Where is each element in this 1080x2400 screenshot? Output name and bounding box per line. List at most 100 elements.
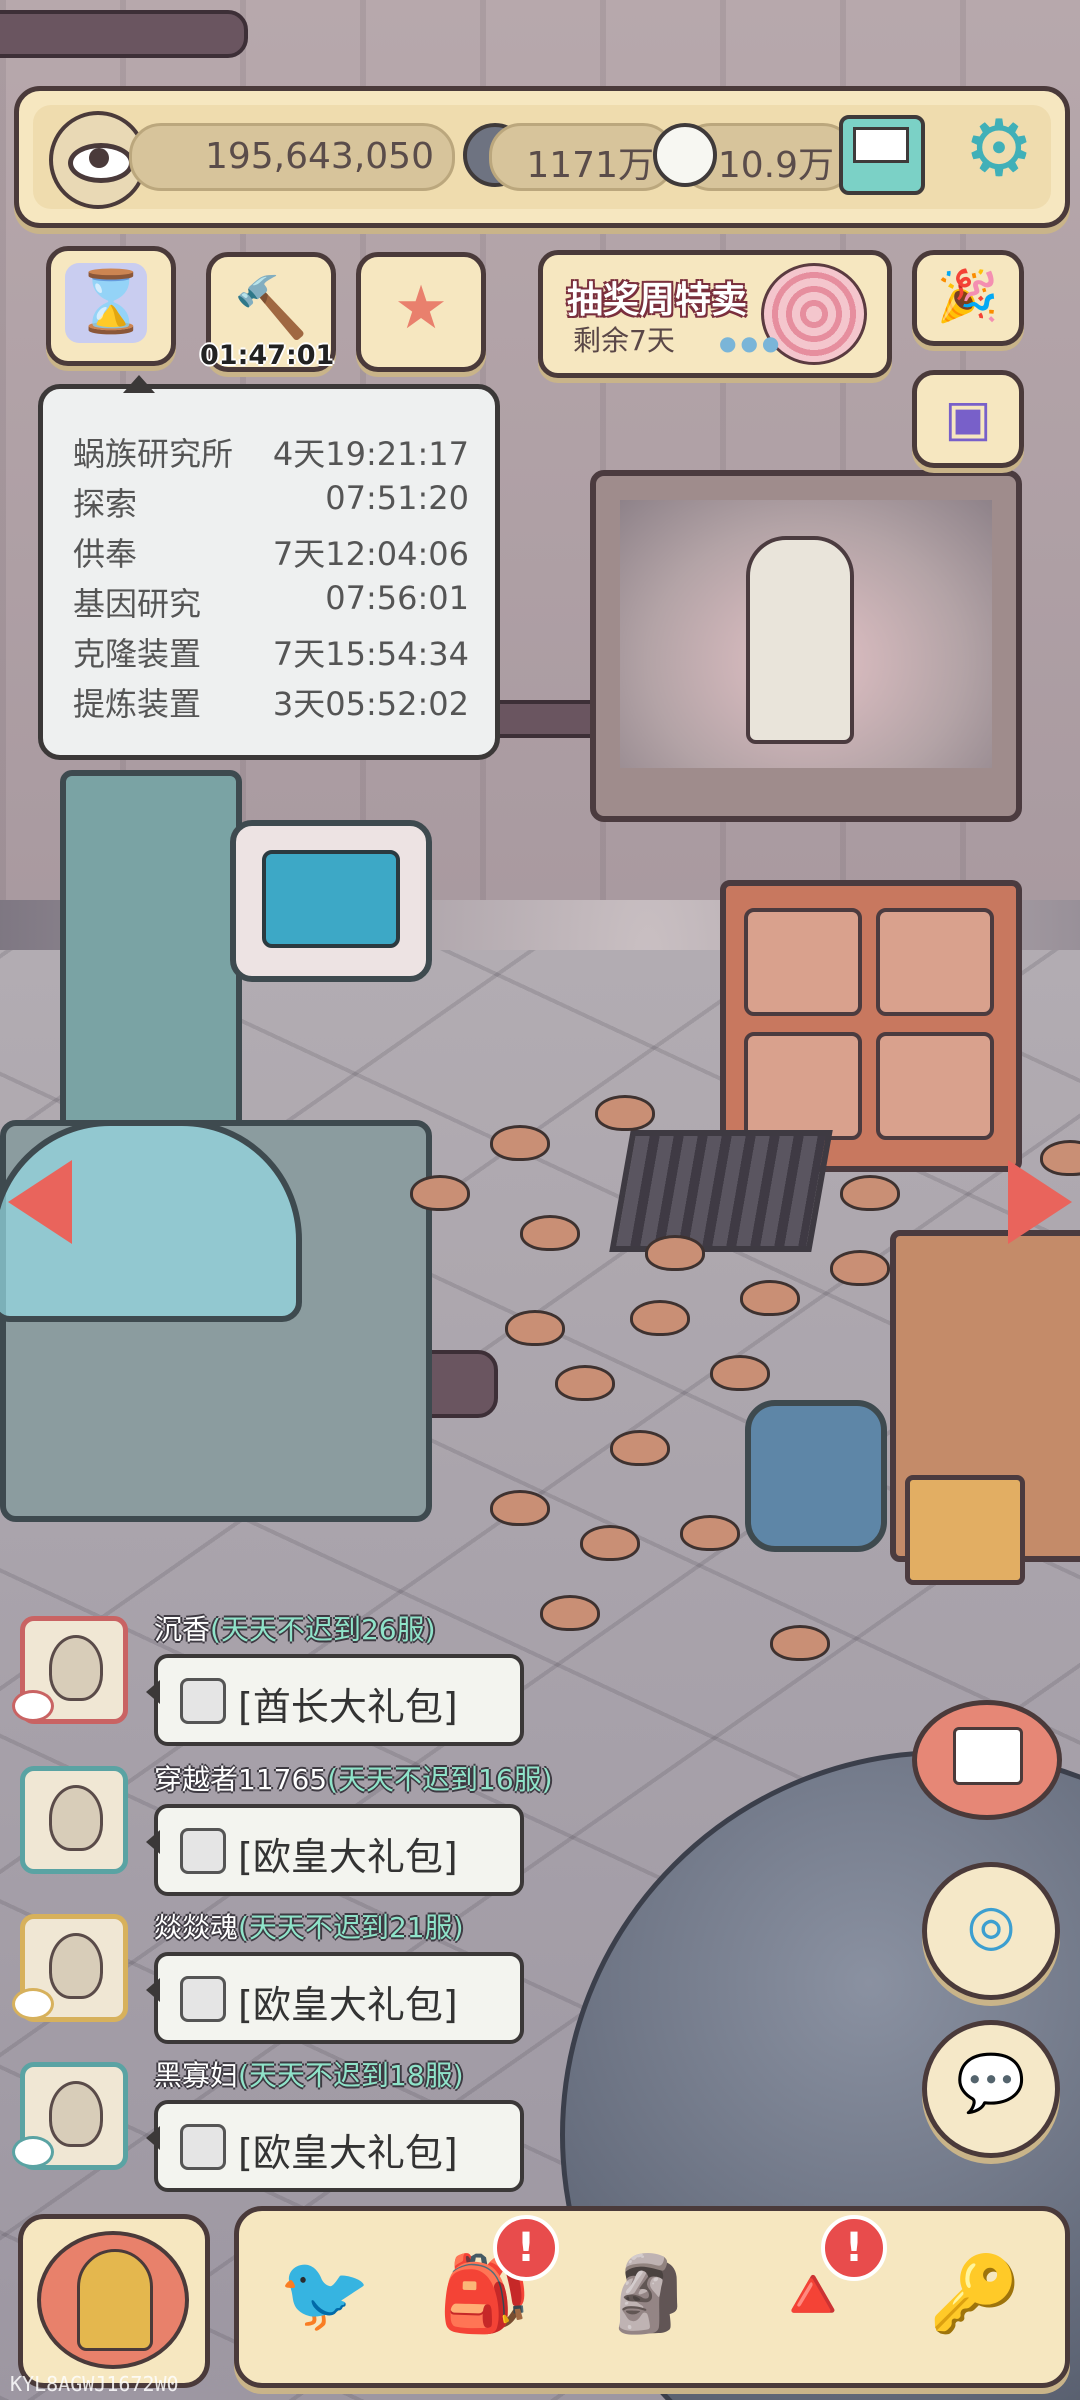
gavel-icon: 🔨 [233,273,309,343]
gear-icon[interactable]: ⚙ [959,109,1039,189]
timer-value: 7天15:54:34 [272,635,469,673]
lottery-promo-banner[interactable]: 抽奖周特卖 剩余7天 ●●● [538,250,892,378]
pyramid-button[interactable]: 🔺 ! [745,2215,887,2365]
next-room-arrow-icon[interactable] [1008,1160,1072,1244]
backpack-button[interactable]: 🎒 ! [417,2215,559,2365]
currency-2-value: 10.9万 [717,145,834,186]
roach[interactable] [645,1235,705,1271]
timer-name: 蜗族研究所 [73,435,234,473]
timer-value: 07:56:01 [325,579,469,617]
roach[interactable] [740,1280,800,1316]
roach[interactable] [490,1125,550,1161]
portal-button[interactable]: ◎ [922,1862,1060,2000]
alert-badge: ! [821,2215,887,2281]
promo-subtitle: 剩余7天 [573,324,675,357]
star-icon: ★ [394,273,448,343]
timer-row: 供奉 7天12:04:06 [73,529,469,579]
statue-button[interactable]: 🗿 [581,2229,717,2365]
timer-row: 探索 07:51:20 [73,479,469,529]
speech-square-icon: ▣ [944,389,992,447]
statue [746,536,854,744]
chat-bubble[interactable]: [欧皇大礼包] [146,1952,524,2044]
chat-server-tag: (天天不迟到16服) [327,1763,553,1796]
roach[interactable] [630,1300,690,1336]
roach[interactable] [490,1490,550,1526]
chat-server-tag: (天天不迟到21服) [238,1911,464,1944]
chat-text: [酋长大礼包] [238,1685,458,1729]
cardboard-box[interactable] [905,1475,1025,1585]
star-button[interactable]: ★ [356,252,486,372]
timer-value: 3天05:52:02 [272,685,469,723]
mailbox-button[interactable] [912,1700,1062,1820]
timers-popover: 蜗族研究所 4天19:21:17 探索 07:51:20 供奉 7天12:04:… [38,375,500,760]
chat-message[interactable]: 黑寡妇(天天不迟到18服) [欧皇大礼包] [0,2059,560,2210]
roach[interactable] [555,1365,615,1401]
roach[interactable] [830,1250,890,1286]
player-portrait[interactable] [18,2214,210,2388]
auction-timer: 01:47:01 [200,340,335,371]
chat-message[interactable]: 燚燚魂(天天不迟到21服) [欧皇大礼包] [0,1911,560,2062]
gift-pack-icon [180,1976,226,2022]
timer-name: 克隆装置 [73,635,202,673]
gene-cabinet[interactable] [720,880,1022,1172]
ceiling-pipe [0,10,248,58]
alert-badge: ! [493,2215,559,2281]
gift-pack-icon [180,2124,226,2170]
chat-bubble[interactable]: [酋长大礼包] [146,1654,524,1746]
timer-value: 4天19:21:17 [272,435,469,473]
roach[interactable] [840,1175,900,1211]
cabinet-drawer [744,908,862,1016]
avatar[interactable] [20,1766,128,1874]
previous-room-arrow-icon[interactable] [8,1160,72,1244]
chat-username: 黑寡妇(天天不迟到18服) [154,2054,464,2094]
shrine-cage[interactable] [590,470,1022,822]
gift-pack-icon [180,1678,226,1724]
chat-server-tag: (天天不迟到26服) [210,1613,436,1646]
roach[interactable] [520,1215,580,1251]
chat-username: 燚燚魂(天天不迟到21服) [154,1906,464,1946]
views-stat: 195,643,050 [129,123,455,191]
coin-key-button[interactable]: 🔑 [907,2229,1043,2365]
chat-username: 沉香(天天不迟到26服) [154,1608,436,1648]
snail-bird-button[interactable]: 🐦 [257,2229,393,2365]
party-popper-button[interactable]: 🎉 [912,250,1024,346]
fridge[interactable] [60,770,242,1172]
roach[interactable] [580,1525,640,1561]
roach[interactable] [770,1625,830,1661]
timer-row: 基因研究 07:56:01 [73,579,469,629]
roach[interactable] [610,1430,670,1466]
white-bubble-icon [653,123,717,187]
chat-bubble[interactable]: [欧皇大礼包] [146,2100,524,2192]
roach[interactable] [710,1355,770,1391]
promo-title: 抽奖周特卖 [567,280,748,321]
chat-text: [欧皇大礼包] [238,2131,458,2175]
chat-square-button[interactable]: ▣ [912,370,1024,468]
gift-pack-icon [180,1828,226,1874]
chat-username: 穿越者11765(天天不迟到16服) [154,1758,553,1798]
roach[interactable] [505,1310,565,1346]
robot-screen [262,850,400,948]
envelope-icon [953,1727,1023,1785]
eye-badge-icon [12,2136,54,2168]
chat-bubble[interactable]: [欧皇大礼包] [146,1804,524,1896]
roach[interactable] [680,1515,740,1551]
timer-name: 提炼装置 [73,685,202,723]
roach[interactable] [595,1095,655,1131]
chat-server-tag: (天天不迟到18服) [238,2059,464,2092]
party-popper-icon: 🎉 [936,267,1000,325]
small-robot[interactable] [745,1400,887,1552]
chat-name: 穿越者11765 [154,1763,328,1796]
chat-message[interactable]: 穿越者11765(天天不迟到16服) [欧皇大礼包] [0,1763,560,1914]
hourglass-button[interactable]: ⌛ [46,246,176,366]
timer-name: 供奉 [73,535,138,573]
bottom-nav-bar: 🐦 🎒 ! 🗿 🔺 ! 🔑 [234,2206,1070,2388]
chat-text: [欧皇大礼包] [238,1835,458,1879]
chat-message[interactable]: 沉香(天天不迟到26服) [酋长大礼包] [0,1613,560,1764]
roach[interactable] [410,1175,470,1211]
pharaoh-icon [37,2231,189,2369]
robot-terminal[interactable] [230,820,432,982]
chat-bubble-icon: 💬 [956,2051,1026,2116]
timer-row: 提炼装置 3天05:52:02 [73,679,469,729]
chat-button[interactable]: 💬 [922,2020,1060,2158]
mail-icon[interactable] [839,115,925,195]
